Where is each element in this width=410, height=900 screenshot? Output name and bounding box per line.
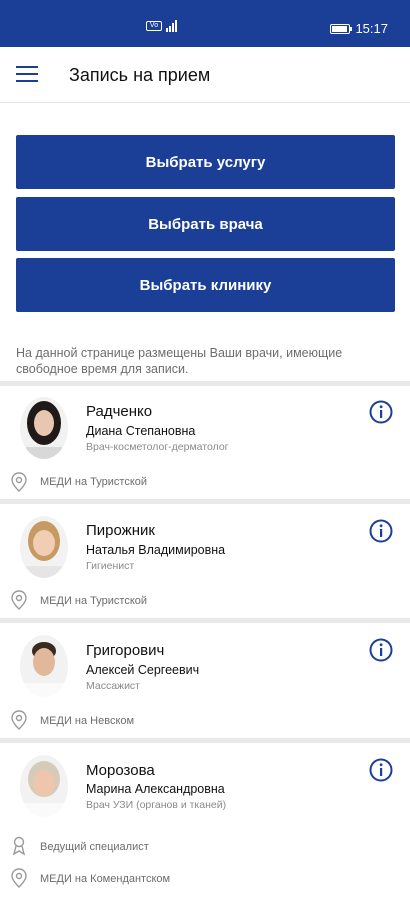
signal-strength-icon (166, 20, 177, 32)
info-text: На данной странице размещены Ваши врачи,… (16, 346, 343, 376)
status-time: 15:17 (355, 21, 388, 36)
doctor-full-name: Алексей Сергеевич (86, 663, 200, 677)
doctor-avatar (20, 397, 68, 459)
app-bar: Запись на прием (0, 47, 410, 103)
specialist-badge-icon (12, 836, 26, 856)
doctor-last-name: Григорович (86, 642, 165, 659)
location-pin-icon (11, 710, 27, 730)
doctor-position: Гигиенист (86, 560, 135, 572)
doctor-clinic: МЕДИ на Туристской (40, 595, 148, 607)
hamburger-menu-icon[interactable] (16, 66, 38, 82)
doctor-full-name: Марина Александровна (86, 782, 225, 796)
location-pin-icon (11, 590, 27, 610)
doctor-full-name: Диана Степановна (86, 424, 196, 438)
doctor-position: Врач УЗИ (органов и тканей) (86, 799, 227, 811)
doctor-avatar (20, 635, 68, 697)
doctor-card[interactable]: Григорович Алексей Сергеевич Массажист М… (0, 623, 410, 738)
select-doctor-button[interactable]: Выбрать врача (16, 197, 395, 251)
info-icon[interactable] (369, 519, 393, 543)
volte-icon: Vo (146, 21, 162, 31)
location-pin-icon (11, 472, 27, 492)
info-icon[interactable] (369, 400, 393, 424)
battery-icon (330, 23, 353, 34)
doctor-last-name: Радченко (86, 403, 153, 420)
signal-icons: Vo (146, 20, 177, 32)
doctor-clinic: МЕДИ на Невском (40, 715, 135, 727)
doctor-avatar (20, 755, 68, 817)
info-icon[interactable] (369, 638, 393, 662)
location-pin-icon (11, 868, 27, 888)
doctor-position: Массажист (86, 680, 140, 692)
doctor-position: Врач-косметолог-дерматолог (86, 441, 229, 453)
doctor-status: Ведущий специалист (40, 841, 149, 853)
doctor-card[interactable]: Радченко Диана Степановна Врач-косметоло… (0, 386, 410, 499)
doctor-clinic: МЕДИ на Туристской (40, 476, 148, 488)
info-icon[interactable] (369, 758, 393, 782)
select-clinic-button[interactable]: Выбрать клинику (16, 258, 395, 312)
select-service-button[interactable]: Выбрать услугу (16, 135, 395, 189)
doctor-card[interactable]: Морозова Марина Александровна Врач УЗИ (… (0, 743, 410, 897)
doctor-last-name: Пирожник (86, 522, 155, 539)
doctor-clinic: МЕДИ на Комендантском (40, 873, 171, 885)
doctor-avatar (20, 516, 68, 578)
page-title: Запись на прием (69, 65, 211, 85)
doctor-full-name: Наталья Владимировна (86, 543, 226, 557)
doctor-card[interactable]: Пирожник Наталья Владимировна Гигиенист … (0, 504, 410, 618)
status-right: 15:17 (330, 21, 388, 36)
status-bar: Vo 15:17 (0, 0, 410, 47)
doctor-last-name: Морозова (86, 762, 155, 779)
